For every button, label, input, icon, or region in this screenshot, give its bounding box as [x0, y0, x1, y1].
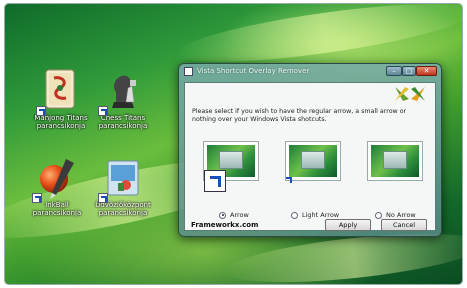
close-button[interactable]: ✕ — [416, 66, 437, 76]
no-arrow-radio[interactable] — [375, 211, 382, 219]
desktop-icon-inkball[interactable]: InkBall parancsikonja — [22, 155, 92, 217]
window-title: Vista Shortcut Overlay Remover — [197, 67, 310, 75]
arrow-radio[interactable] — [219, 211, 226, 219]
cancel-button[interactable]: Cancel — [381, 219, 427, 231]
shortcut-arrow-icon — [36, 106, 46, 116]
mahjong-tile-icon — [36, 68, 82, 116]
minimize-button[interactable]: – — [386, 66, 402, 76]
icon-label: Üdvözlőközpont parancsikonja — [95, 201, 151, 217]
no-arrow-preview[interactable] — [367, 141, 423, 181]
desktop-icon-chess-titans[interactable]: Chess Titans parancsikonja — [88, 68, 158, 130]
small-arrow-icon — [285, 176, 294, 185]
shortcut-arrow-icon — [98, 106, 108, 116]
chess-knight-icon — [98, 68, 144, 116]
preview-screen — [371, 145, 419, 177]
inkball-icon — [32, 155, 78, 203]
no-arrow-option[interactable]: No Arrow — [375, 211, 416, 219]
light-arrow-preview[interactable] — [285, 141, 341, 183]
dialog-body: Please select if you wish to have the re… — [184, 82, 436, 231]
icon-label: Chess Titans parancsikonja — [98, 114, 148, 130]
overlay-remover-window: Vista Shortcut Overlay Remover – □ ✕ Ple… — [178, 63, 442, 237]
arrow-option-label: Arrow — [230, 211, 249, 219]
desktop-icon-welcome-center[interactable]: Üdvözlőközpont parancsikonja — [88, 155, 158, 217]
title-bar[interactable]: Vista Shortcut Overlay Remover – □ ✕ — [179, 64, 441, 80]
app-icon — [184, 67, 193, 76]
desktop-icon-mahjong-titans[interactable]: Mahjong Titans parancsikonja — [26, 68, 96, 130]
maximize-button[interactable]: □ — [402, 66, 416, 76]
desktop: Mahjong Titans parancsikonja Chess Titans… — [4, 3, 463, 285]
icon-label: InkBall parancsikonja — [32, 201, 82, 217]
regular-arrow-icon — [204, 170, 226, 192]
arrow-preview[interactable] — [203, 141, 259, 192]
light-arrow-radio[interactable] — [291, 211, 298, 219]
welcome-center-icon — [98, 155, 144, 203]
light-arrow-option[interactable]: Light Arrow — [291, 211, 339, 219]
light-arrow-option-label: Light Arrow — [302, 211, 340, 219]
apply-button[interactable]: Apply — [325, 219, 371, 231]
preview-screen — [289, 145, 337, 177]
shortcut-arrow-icon — [98, 193, 108, 203]
no-arrow-option-label: No Arrow — [386, 211, 416, 219]
site-link[interactable]: Frameworkx.com — [191, 221, 258, 229]
instruction-text: Please select if you wish to have the re… — [192, 108, 407, 123]
shortcut-arrow-icon — [32, 193, 42, 203]
icon-label: Mahjong Titans parancsikonja — [34, 114, 88, 130]
arrow-option[interactable]: Arrow — [219, 211, 249, 219]
frameworkx-logo-icon — [395, 87, 425, 101]
